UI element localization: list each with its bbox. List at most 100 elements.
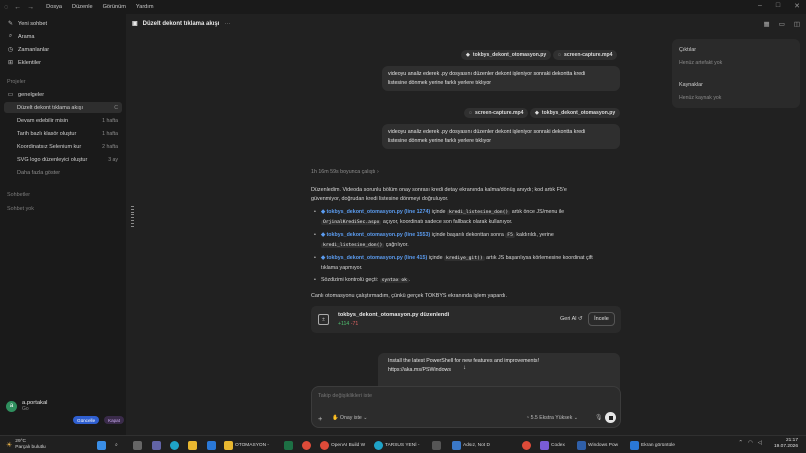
review-button[interactable]: İncele (588, 312, 615, 326)
file-link[interactable]: ◆ tokbys_dekont_otomasyon.py (line 1553) (321, 232, 430, 238)
nav-controls: ◌ ← → (4, 4, 34, 11)
file-link-text: tokbys_dekont_otomasyon.py (line 415) (326, 255, 428, 261)
project-genelgeler[interactable]: ▭ genelgeler (7, 91, 44, 99)
bullet-text: artık önce JS/menu ile (510, 209, 565, 215)
taskbar: ☀ 29°C Parçalı bulutlu ⌕ OTOMASYON - Ope… (0, 435, 806, 453)
undo-button[interactable]: Geri Al ↺ (560, 316, 583, 322)
edge-icon[interactable] (168, 438, 181, 452)
worked-duration[interactable]: 1h 16m 59s boyunca çalıştı › (311, 169, 379, 175)
thread-item[interactable]: SVG logo düzenleyici oluştur 3 ay (4, 154, 122, 165)
model-select[interactable]: ◔ 5.5 Ekstra Yüksek ⌄ (526, 415, 578, 421)
thread-item[interactable]: Devam edebilir misin 1 hafta (4, 115, 122, 126)
avatar: a (6, 400, 17, 412)
chats-header: Sohbetler (7, 192, 31, 198)
maximize-icon[interactable]: □ (776, 2, 780, 10)
wifi-icon[interactable]: ◠ (748, 440, 753, 446)
sidebar-new-chat[interactable]: ✎ Yeni sohbet (7, 20, 47, 28)
taskbar-app[interactable]: Windows Pow (575, 438, 620, 452)
taskbar-app[interactable]: TARSUS YENİ - (372, 438, 421, 452)
menu-file[interactable]: Dosya (46, 4, 62, 10)
update-button[interactable]: Güncelle (73, 416, 100, 424)
volume-icon[interactable]: ◁ (758, 440, 762, 446)
search-icon[interactable]: ⌕ (113, 438, 120, 452)
sidebar-search[interactable]: ⌕ Arama (7, 33, 35, 40)
weather-desc: Parçalı bulutlu (15, 444, 46, 450)
layout-icon[interactable]: ▦ (764, 20, 770, 28)
taskbar-app[interactable]: Adsız, Not D (450, 438, 492, 452)
thread-item[interactable]: Tarih bazlı klasör oluştur 1 hafta (4, 128, 122, 139)
chrome-icon[interactable] (520, 438, 533, 452)
panel-toggle-icon[interactable]: ◫ (794, 20, 800, 28)
sidebar-plugins[interactable]: ⊞ Eklentiler (7, 59, 42, 67)
bullet-text: . (409, 277, 411, 283)
dismiss-button[interactable]: Kapat (104, 416, 125, 424)
sidebar-item-label: Arama (18, 33, 35, 40)
clock[interactable]: 21:17 19.07.2026 (774, 438, 798, 450)
thread-item[interactable]: Düzelt dekont tıklama akışı C (4, 102, 122, 113)
composer: + ✋ Onay iste ⌄ ◔ 5.5 Ekstra Yüksek ⌄ 🎙 (311, 386, 621, 428)
taskbar-app-label: TARSUS YENİ - (385, 442, 420, 448)
sidebar-item-label: Eklentiler (18, 59, 42, 66)
menu-help[interactable]: Yardım (136, 4, 154, 10)
attachment-chip[interactable]: ◌ screen-capture.mp4 (464, 108, 529, 118)
attachment-chip[interactable]: ◆ tokbys_dekont_otomasyon.py (530, 108, 621, 118)
sidebar-scheduled[interactable]: ◷ Zamanlanlar (7, 46, 49, 54)
attachment-chip[interactable]: ◌ screen-capture.mp4 (553, 50, 618, 60)
stop-button[interactable] (605, 412, 616, 423)
bullet-text: tıklama yapmıyor. (321, 264, 363, 271)
thread-title: Tarih bazlı klasör oluştur (17, 130, 77, 137)
taskbar-app[interactable]: Codex (538, 438, 567, 452)
back-icon[interactable]: ← (14, 4, 21, 11)
add-attachment-icon[interactable]: + (318, 414, 322, 423)
user-profile[interactable]: a a.portakal Go (6, 400, 47, 412)
taskbar-app-label: Adsız, Not D (463, 442, 490, 448)
weather-widget[interactable]: ☀ 29°C Parçalı bulutlu (6, 439, 46, 450)
attachment-chip[interactable]: ◆ tokbys_dekont_otomasyon.py (461, 50, 552, 60)
diff-icon: ± (318, 314, 329, 325)
teams-icon[interactable] (150, 438, 163, 452)
taskbar-app[interactable]: Ekran görüntüle (628, 438, 677, 452)
edit-summary-card: ± tokbys_dekont_otomasyon.py düzenlendi … (311, 306, 621, 333)
close-icon[interactable]: ✕ (794, 2, 800, 10)
bullet-item: • ◆ tokbys_dekont_otomasyon.py (line 155… (314, 231, 626, 250)
terminal-icon[interactable]: ▭ (779, 20, 785, 28)
bullet-icon: • (314, 255, 316, 261)
bullet-icon: • (314, 209, 316, 215)
settings-icon[interactable] (430, 438, 443, 452)
approval-mode-select[interactable]: ✋ Onay iste ⌄ (332, 415, 368, 421)
minimize-icon[interactable]: – (758, 2, 762, 10)
sun-icon: ☀ (6, 441, 13, 449)
scroll-indicator[interactable] (131, 206, 134, 227)
taskbar-app[interactable]: OTOMASYON - (222, 438, 271, 452)
inline-code: kredi_listesine_don() (446, 210, 511, 215)
edited-file-title: tokbys_dekont_otomasyon.py düzenlendi (338, 312, 450, 318)
explorer-icon[interactable] (186, 438, 199, 452)
chat-icon: ▣ (132, 21, 138, 27)
scroll-down-icon[interactable]: ↓ (463, 365, 466, 371)
chrome-icon[interactable] (300, 438, 313, 452)
file-link[interactable]: ◆ tokbys_dekont_otomasyon.py (line 415) (321, 255, 427, 261)
terminal-line: Install the latest PowerShell for new fe… (388, 358, 540, 364)
taskbar-app-label: OTOMASYON - (235, 442, 270, 448)
message-input[interactable] (318, 393, 518, 399)
start-icon[interactable] (95, 438, 108, 452)
search-icon: ⌕ (8, 33, 13, 39)
forward-icon[interactable]: → (27, 4, 34, 11)
bullet-text: Sözdizimi kontrolü geçti: (321, 277, 380, 283)
menu-view[interactable]: Görünüm (103, 4, 126, 10)
menu-edit[interactable]: Düzenle (72, 4, 93, 10)
show-more-link[interactable]: Daha fazla göster (17, 170, 60, 176)
stop-icon (608, 415, 613, 420)
more-options-icon[interactable]: ··· (224, 21, 230, 27)
task-view-icon[interactable] (131, 438, 144, 452)
chevron-up-icon[interactable]: ⌃ (738, 440, 743, 446)
message-line: listesine dönmek yerine farklı yerlere t… (388, 79, 492, 86)
attachment-name: screen-capture.mp4 (564, 52, 613, 58)
file-link[interactable]: ◆ tokbys_dekont_otomasyon.py (line 1274) (321, 209, 430, 215)
excel-icon[interactable] (282, 438, 295, 452)
message-line: videoyu analiz ederek .py dosyasını düze… (388, 129, 586, 135)
mail-icon[interactable] (205, 438, 218, 452)
taskbar-app[interactable]: OpenAI Build W (318, 438, 367, 452)
thread-item[interactable]: Koordinatsız Selenium kur 2 hafta (4, 141, 122, 152)
microphone-icon[interactable]: 🎙 (595, 414, 603, 421)
